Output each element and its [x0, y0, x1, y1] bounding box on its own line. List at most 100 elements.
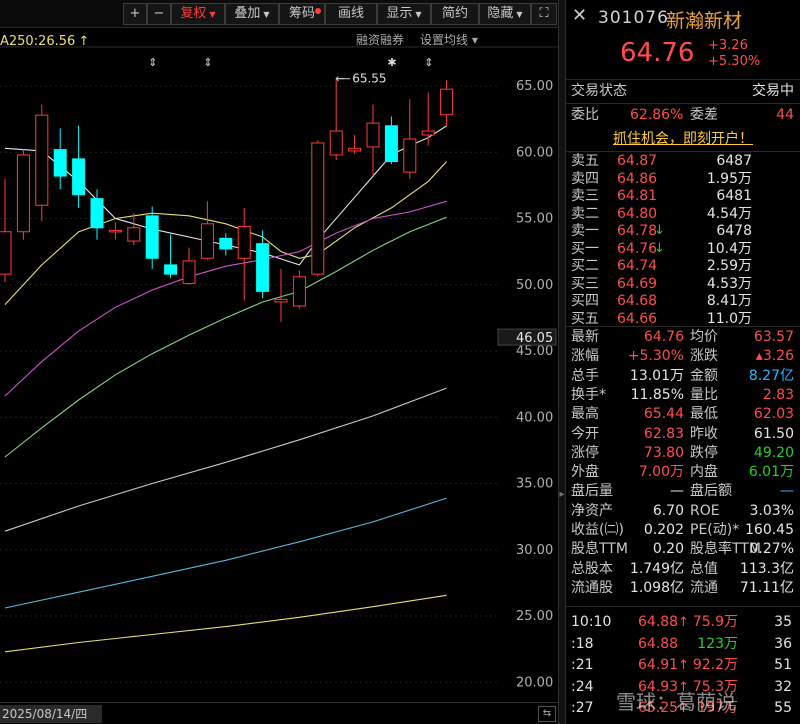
stock-app: + − 复权 ▼ 叠加 ▼ 筹码 画线 显示 ▼ 简约 隐藏 ▼ ⛶ 65.00 60.0…	[0, 0, 800, 724]
candle[interactable]	[53, 128, 67, 190]
scroll-range-icon[interactable]: ⇆	[538, 706, 556, 722]
event-marker-icon[interactable]: ⇕	[203, 56, 212, 69]
chart-grid	[0, 46, 558, 683]
candle-body	[164, 264, 178, 275]
level-volume: 11.0万	[706, 310, 752, 327]
candle[interactable]	[219, 233, 233, 256]
ma-line-ma20	[4, 200, 447, 397]
up-arrow-icon: ↑	[678, 615, 689, 630]
candle[interactable]	[200, 201, 214, 260]
stat-label: 内盘	[690, 464, 718, 481]
draw-line-button[interactable]: 画线	[325, 3, 377, 25]
bid-level[interactable]: 买四 64.68 8.41万	[566, 292, 800, 310]
fullscreen-button[interactable]: ⛶	[531, 3, 557, 25]
level-price: 64.80	[617, 205, 658, 222]
ask-level[interactable]: 卖一 64.78 ↓ 6478	[566, 222, 800, 240]
level-price: 64.87	[617, 153, 658, 169]
candle[interactable]	[329, 78, 343, 161]
stat-label: 今开	[571, 425, 599, 442]
ma-line-ma120	[4, 497, 447, 609]
candle[interactable]	[72, 125, 86, 208]
candle-body	[348, 147, 362, 152]
zoom-out-button[interactable]: −	[147, 3, 171, 25]
bid-level[interactable]: 买三 64.69 4.53万	[566, 275, 800, 293]
candle[interactable]	[366, 104, 380, 177]
bid-level[interactable]: 买五 64.66 11.0万	[566, 310, 800, 328]
event-marker-icon[interactable]: ⇕	[148, 56, 157, 69]
zoom-in-button[interactable]: +	[123, 3, 147, 25]
level-label: 买一	[571, 240, 599, 257]
open-account-link[interactable]: 抓住机会，即刻开户！	[566, 128, 800, 150]
stat-label: 流通	[690, 579, 718, 596]
candle[interactable]	[145, 206, 159, 269]
candle[interactable]	[384, 116, 398, 165]
event-marker-icon[interactable]: ⇕	[424, 56, 433, 69]
collapse-handle-icon[interactable]: ▸	[559, 470, 565, 520]
level-label: 卖三	[571, 188, 599, 204]
candle[interactable]	[311, 140, 325, 277]
stat-value: 0.202	[643, 522, 684, 538]
candle[interactable]	[292, 270, 306, 309]
overlay-dropdown[interactable]: 叠加 ▼	[225, 3, 279, 25]
stat-row: 流通股 1.098亿 流通 71.11亿	[566, 579, 800, 598]
simple-mode-button[interactable]: 简约	[431, 3, 479, 25]
candle[interactable]	[348, 135, 362, 154]
candle[interactable]	[127, 213, 141, 245]
hide-dropdown[interactable]: 隐藏 ▼	[479, 3, 531, 25]
candle[interactable]	[90, 189, 104, 240]
candle[interactable]	[108, 222, 122, 240]
ma-line-ma10	[4, 161, 448, 305]
candle[interactable]	[440, 80, 454, 126]
adjust-price-dropdown[interactable]: 复权 ▼	[171, 3, 225, 25]
bid-level[interactable]: 买一 64.76 ↓ 10.4万	[566, 240, 800, 258]
candle-body	[403, 138, 417, 173]
candle[interactable]	[421, 92, 435, 146]
panel-divider[interactable]: ▸	[558, 0, 566, 724]
status-value: 交易中	[752, 83, 794, 99]
bid-level[interactable]: 买二 64.74 2.59万	[566, 257, 800, 275]
candle[interactable]	[164, 234, 178, 279]
stat-label: 总手	[571, 367, 599, 384]
stat-value: 0.27%	[749, 541, 794, 558]
ask-level[interactable]: 卖四 64.86 1.95万	[566, 170, 800, 188]
change-value: +3.26	[708, 38, 748, 53]
ask-level[interactable]: 卖二 64.80 4.54万	[566, 205, 800, 223]
level-volume: 10.4万	[706, 240, 752, 257]
tick-volume: 92.2万	[692, 657, 738, 673]
stat-label: 外盘	[571, 464, 599, 481]
chip-distribution-label: 筹码	[288, 6, 315, 21]
stat-row: 换手* 11.85% 量比 2.83	[566, 386, 800, 405]
level-price: 64.66	[617, 310, 658, 327]
tick-row[interactable]: :21 64.91 ↑ 92.2万 51	[566, 655, 800, 676]
stat-value: —	[670, 483, 684, 500]
tick-row[interactable]: 10:10 64.88 ↑ 75.9万 35	[566, 612, 800, 633]
margin-trading-link[interactable]: 融资融券	[356, 32, 404, 47]
display-dropdown[interactable]: 显示 ▼	[377, 3, 431, 25]
ask-level[interactable]: 卖五 64.87 6487	[566, 152, 800, 170]
candle[interactable]	[0, 178, 12, 283]
candlestick-chart[interactable]: 65.00 60.00 55.00 50.00 45.00 40.00 35.00 30.00…	[0, 28, 558, 702]
candle[interactable]	[35, 104, 49, 222]
candle-body	[292, 276, 306, 307]
candle-body	[366, 122, 380, 148]
tick-volume: 75.9万	[692, 614, 738, 630]
level-volume: 4.53万	[706, 275, 752, 292]
ask-level[interactable]: 卖三 64.81 6481	[566, 187, 800, 205]
candle-body	[182, 260, 196, 284]
candle[interactable]	[237, 207, 251, 301]
stat-value: 3.03%	[749, 502, 794, 519]
chip-distribution-button[interactable]: 筹码	[279, 3, 325, 25]
tick-row[interactable]: :18 64.88 123万 36	[566, 634, 800, 655]
event-marker-icon[interactable]: ✱	[387, 56, 396, 69]
candle-body	[127, 227, 141, 242]
level-price: 64.76	[617, 240, 658, 257]
candle[interactable]	[403, 99, 417, 179]
change-percent: +5.30%	[708, 54, 761, 69]
close-icon[interactable]: ✕	[572, 6, 587, 26]
ma-settings-link[interactable]: 设置均线 ▾	[420, 33, 478, 47]
candle-body	[256, 243, 270, 292]
candle[interactable]	[182, 247, 196, 285]
stat-value: 61.50	[753, 425, 794, 442]
candle[interactable]	[16, 149, 30, 240]
stock-code: 301076	[598, 8, 669, 28]
